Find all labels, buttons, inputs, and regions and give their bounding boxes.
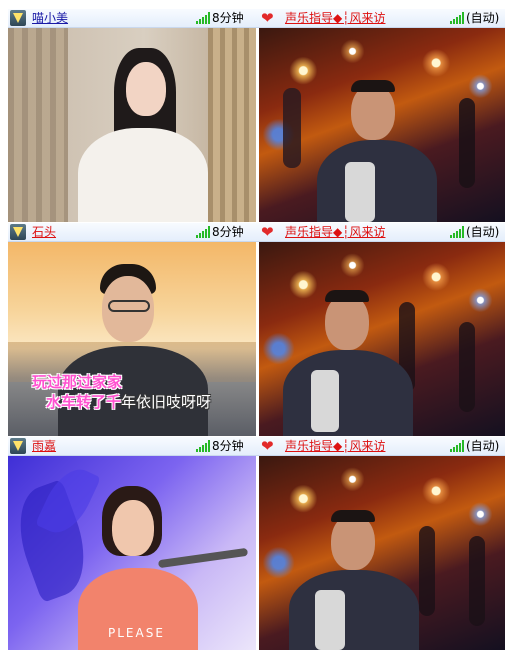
guest-video-feed[interactable]: 玩过那过家家 水车转了千年依旧吱呀呀 bbox=[8, 242, 256, 436]
guest-video-feed[interactable]: PLEASE bbox=[8, 456, 256, 650]
guest-video-feed[interactable] bbox=[8, 28, 256, 222]
signal-strength-icon bbox=[196, 12, 210, 24]
host-video-feed[interactable] bbox=[259, 28, 505, 222]
signal-strength-icon bbox=[196, 440, 210, 452]
video-row-header: 石头 8分钟 ❤ 声乐指导◆┆风来访 (自动) bbox=[8, 223, 505, 242]
host-name-link[interactable]: 声乐指导◆┆风来访 bbox=[285, 225, 385, 239]
host-video-feed[interactable] bbox=[259, 456, 505, 650]
host-info-bar: ❤ 声乐指导◆┆风来访 (自动) bbox=[259, 437, 505, 455]
host-info-bar: ❤ 声乐指导◆┆风来访 (自动) bbox=[259, 223, 505, 241]
session-duration: 8分钟 bbox=[212, 225, 244, 239]
guest-name-link[interactable]: 雨嘉 bbox=[32, 439, 56, 453]
karaoke-lyrics-upcoming: 年依旧吱呀呀 bbox=[121, 393, 212, 411]
guest-info-bar: 石头 8分钟 bbox=[8, 223, 256, 241]
signal-strength-icon bbox=[450, 440, 464, 452]
guest-info-bar: 雨嘉 8分钟 bbox=[8, 437, 256, 455]
host-video-feed[interactable] bbox=[259, 242, 505, 436]
guest-info-bar: 喵小美 8分钟 bbox=[8, 9, 256, 27]
host-mode-status: (自动) bbox=[466, 439, 500, 453]
heart-icon[interactable]: ❤ bbox=[261, 223, 274, 241]
signal-strength-icon bbox=[196, 226, 210, 238]
heart-icon[interactable]: ❤ bbox=[261, 9, 274, 27]
signal-strength-icon bbox=[450, 226, 464, 238]
video-row-2: 石头 8分钟 ❤ 声乐指导◆┆风来访 (自动) 玩过那过家家 水车转了千年依旧吱… bbox=[8, 223, 505, 436]
guest-name-link[interactable]: 石头 bbox=[32, 225, 56, 239]
shirt-print: PLEASE bbox=[108, 626, 165, 640]
session-duration: 8分钟 bbox=[212, 439, 244, 453]
karaoke-lyrics-sung: 水车转了千 bbox=[46, 393, 122, 411]
host-name-link[interactable]: 声乐指导◆┆风来访 bbox=[285, 439, 385, 453]
heart-icon[interactable]: ❤ bbox=[261, 437, 274, 455]
video-row-3: 雨嘉 8分钟 ❤ 声乐指导◆┆风来访 (自动) PLEASE bbox=[8, 437, 505, 650]
video-row-header: 喵小美 8分钟 ❤ 声乐指导◆┆风来访 (自动) bbox=[8, 9, 505, 28]
host-info-bar: ❤ 声乐指导◆┆风来访 (自动) bbox=[259, 9, 505, 27]
signal-strength-icon bbox=[450, 12, 464, 24]
vip-badge-icon bbox=[10, 438, 26, 454]
video-row-1: 喵小美 8分钟 ❤ 声乐指导◆┆风来访 (自动) bbox=[8, 9, 505, 222]
karaoke-lyrics-line-1: 玩过那过家家 bbox=[32, 373, 123, 391]
vip-badge-icon bbox=[10, 10, 26, 26]
video-row-header: 雨嘉 8分钟 ❤ 声乐指导◆┆风来访 (自动) bbox=[8, 437, 505, 456]
vip-badge-icon bbox=[10, 224, 26, 240]
host-mode-status: (自动) bbox=[466, 225, 500, 239]
host-mode-status: (自动) bbox=[466, 11, 500, 25]
session-duration: 8分钟 bbox=[212, 11, 244, 25]
guest-name-link[interactable]: 喵小美 bbox=[32, 11, 68, 25]
host-name-link[interactable]: 声乐指导◆┆风来访 bbox=[285, 11, 385, 25]
karaoke-lyrics-line-2: 水车转了千年依旧吱呀呀 bbox=[46, 393, 211, 411]
